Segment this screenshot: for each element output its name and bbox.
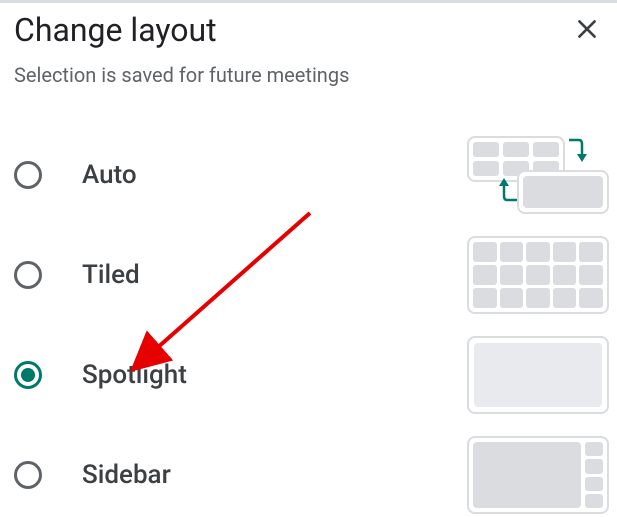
dialog-title: Change layout (14, 11, 217, 49)
option-label: Auto (82, 160, 467, 190)
layout-option-auto[interactable]: Auto (14, 125, 603, 225)
option-label: Tiled (82, 260, 467, 290)
radio-spotlight[interactable] (14, 361, 42, 389)
layout-options: Auto Tiled Spotlight Sidebar (14, 125, 603, 517)
swap-up-icon (497, 174, 519, 204)
close-button[interactable] (567, 9, 607, 49)
swap-down-icon (567, 136, 589, 166)
radio-sidebar[interactable] (14, 461, 42, 489)
option-label: Spotlight (82, 360, 467, 390)
thumbnail-tiled (467, 236, 609, 314)
layout-option-tiled[interactable]: Tiled (14, 225, 603, 325)
layout-option-spotlight[interactable]: Spotlight (14, 325, 603, 425)
thumbnail-auto (467, 136, 609, 214)
close-icon (574, 16, 600, 42)
layout-option-sidebar[interactable]: Sidebar (14, 425, 603, 517)
thumbnail-spotlight (467, 336, 609, 414)
radio-auto[interactable] (14, 161, 42, 189)
option-label: Sidebar (82, 460, 467, 490)
dialog-subtitle: Selection is saved for future meetings (14, 63, 603, 87)
radio-tiled[interactable] (14, 261, 42, 289)
thumbnail-sidebar (467, 436, 609, 514)
